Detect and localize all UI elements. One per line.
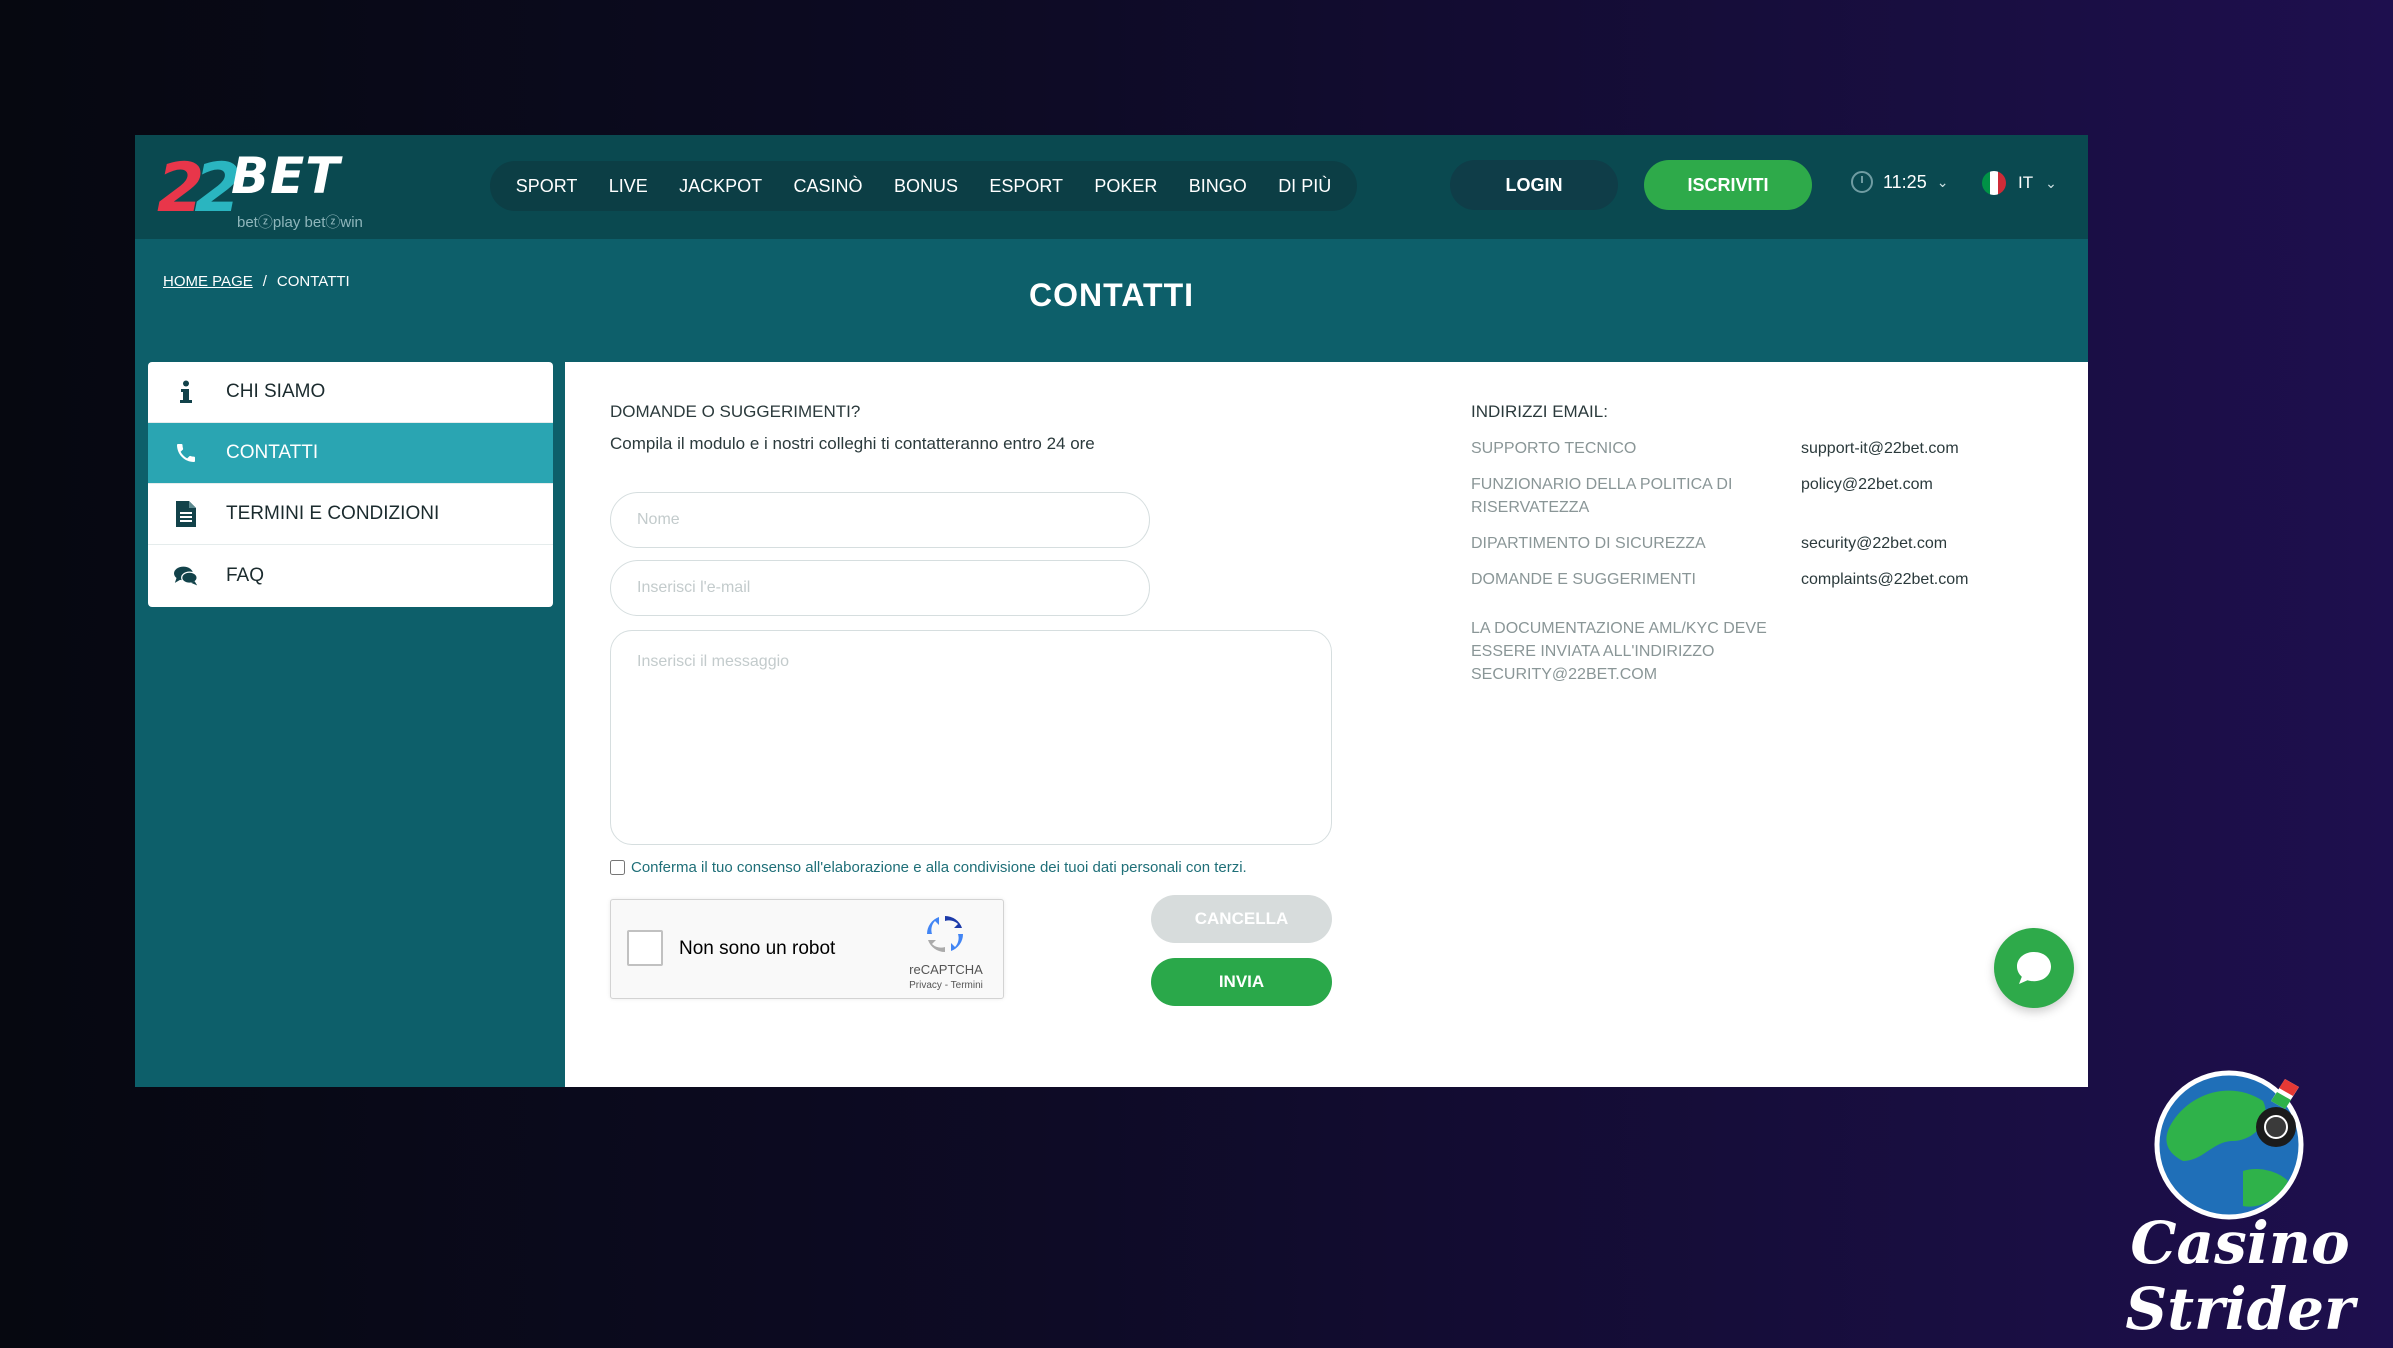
nav-item-bingo[interactable]: BINGO	[1189, 176, 1247, 197]
live-chat-button[interactable]	[1994, 928, 2074, 1008]
form-title: DOMANDE O SUGGERIMENTI?	[610, 402, 861, 421]
send-button[interactable]: INVIA	[1151, 958, 1332, 1006]
nav-item-esport[interactable]: ESPORT	[989, 176, 1063, 197]
nav-item-more[interactable]: DI PIÙ	[1278, 176, 1331, 197]
sidebar-item-terms[interactable]: TERMINI E CONDIZIONI	[148, 484, 553, 545]
nav-item-live[interactable]: LIVE	[609, 176, 648, 197]
cancel-button[interactable]: CANCELLA	[1151, 895, 1332, 943]
email-row-value[interactable]: security@22bet.com	[1801, 532, 1947, 555]
recaptcha-brand: reCAPTCHA	[909, 962, 983, 977]
language-code: IT	[2018, 173, 2034, 192]
info-icon	[174, 380, 198, 404]
recaptcha-logo-icon	[927, 916, 963, 952]
logo-word: BET	[231, 147, 341, 205]
italy-flag-icon	[1982, 171, 2006, 195]
consent-checkbox[interactable]	[610, 860, 625, 875]
page-title: CONTATTI	[1029, 277, 1194, 313]
watermark-text: Casino Strider	[2120, 1210, 2360, 1342]
sidebar-item-contacts[interactable]: CONTATTI	[148, 423, 553, 484]
email-row-label: DOMANDE E SUGGERIMENTI	[1471, 571, 1696, 588]
globe-logo-icon	[2154, 1070, 2304, 1220]
logo-tagline: betⓩplay betⓩwin	[237, 214, 363, 231]
brand-logo[interactable]: 22 BET betⓩplay betⓩwin	[157, 147, 387, 231]
email-row-label: FUNZIONARIO DELLA POLITICA DI RISERVATEZ…	[1471, 476, 1733, 516]
email-row-label: DIPARTIMENTO DI SICUREZZA	[1471, 535, 1706, 552]
clock-icon	[1851, 171, 1873, 193]
email-row-label: SUPPORTO TECNICO	[1471, 440, 1637, 457]
nav-item-jackpot[interactable]: JACKPOT	[679, 176, 762, 197]
email-row-value[interactable]: support-it@22bet.com	[1801, 437, 1959, 460]
watermark-line-2: Strider	[2125, 1275, 2355, 1343]
nav-item-casino[interactable]: CASINÒ	[794, 176, 863, 197]
time-selector[interactable]: 11:25 ⌄	[1851, 171, 1948, 193]
chat-icon	[2017, 952, 2051, 984]
emails-title: INDIRIZZI EMAIL:	[1471, 402, 1608, 421]
chevron-down-icon: ⌄	[2045, 174, 2057, 191]
sidebar-item-label: CONTATTI	[226, 442, 319, 463]
chat-bubbles-icon	[174, 565, 198, 587]
consent-text: Conferma il tuo consenso all'elaborazion…	[631, 859, 1247, 876]
sidebar-item-label: TERMINI E CONDIZIONI	[226, 503, 440, 524]
nav-item-poker[interactable]: POKER	[1094, 176, 1157, 197]
sidebar-item-about[interactable]: CHI SIAMO	[148, 362, 553, 423]
name-input[interactable]	[610, 492, 1150, 548]
phone-icon	[174, 440, 198, 466]
form-subtitle: Compila il modulo e i nostri colleghi ti…	[610, 434, 1095, 453]
sidebar-menu: CHI SIAMO CONTATTI TERMINI E CONDIZIONI …	[148, 362, 553, 607]
contact-panel: DOMANDE O SUGGERIMENTI? Compila il modul…	[565, 362, 2088, 1087]
browser-page: 22 BET betⓩplay betⓩwin SPORT LIVE JACKP…	[135, 135, 2088, 1087]
current-time: 11:25	[1883, 171, 1927, 192]
email-row-value[interactable]: policy@22bet.com	[1801, 473, 1933, 496]
main-nav: SPORT LIVE JACKPOT CASINÒ BONUS ESPORT P…	[490, 161, 1357, 211]
recaptcha-widget: Non sono un robot reCAPTCHA Privacy - Te…	[610, 899, 1004, 999]
aml-kyc-note: LA DOCUMENTAZIONE AML/KYC DEVE ESSERE IN…	[1471, 620, 1767, 683]
chevron-down-icon: ⌄	[1936, 173, 1949, 190]
language-selector[interactable]: IT ⌄	[1982, 171, 2057, 195]
consent-row: Conferma il tuo consenso all'elaborazion…	[610, 859, 1247, 876]
email-row-value[interactable]: complaints@22bet.com	[1801, 568, 1968, 591]
top-navigation-bar: 22 BET betⓩplay betⓩwin SPORT LIVE JACKP…	[135, 135, 2088, 239]
signup-button[interactable]: ISCRIVITI	[1644, 160, 1812, 210]
recaptcha-checkbox[interactable]	[627, 930, 663, 966]
logo-digits: 22	[157, 149, 242, 228]
sidebar-item-label: FAQ	[226, 564, 265, 586]
message-textarea[interactable]	[610, 630, 1332, 845]
recaptcha-links[interactable]: Privacy - Termini	[901, 980, 991, 991]
sidebar-item-label: CHI SIAMO	[226, 381, 326, 402]
email-input[interactable]	[610, 560, 1150, 616]
nav-item-bonus[interactable]: BONUS	[894, 176, 958, 197]
document-icon	[174, 501, 198, 527]
login-button[interactable]: LOGIN	[1450, 160, 1618, 210]
sidebar-item-faq[interactable]: FAQ	[148, 545, 553, 606]
recaptcha-label: Non sono un robot	[679, 938, 836, 959]
nav-item-sport[interactable]: SPORT	[516, 176, 578, 197]
watermark-line-1: Casino	[2130, 1209, 2350, 1277]
